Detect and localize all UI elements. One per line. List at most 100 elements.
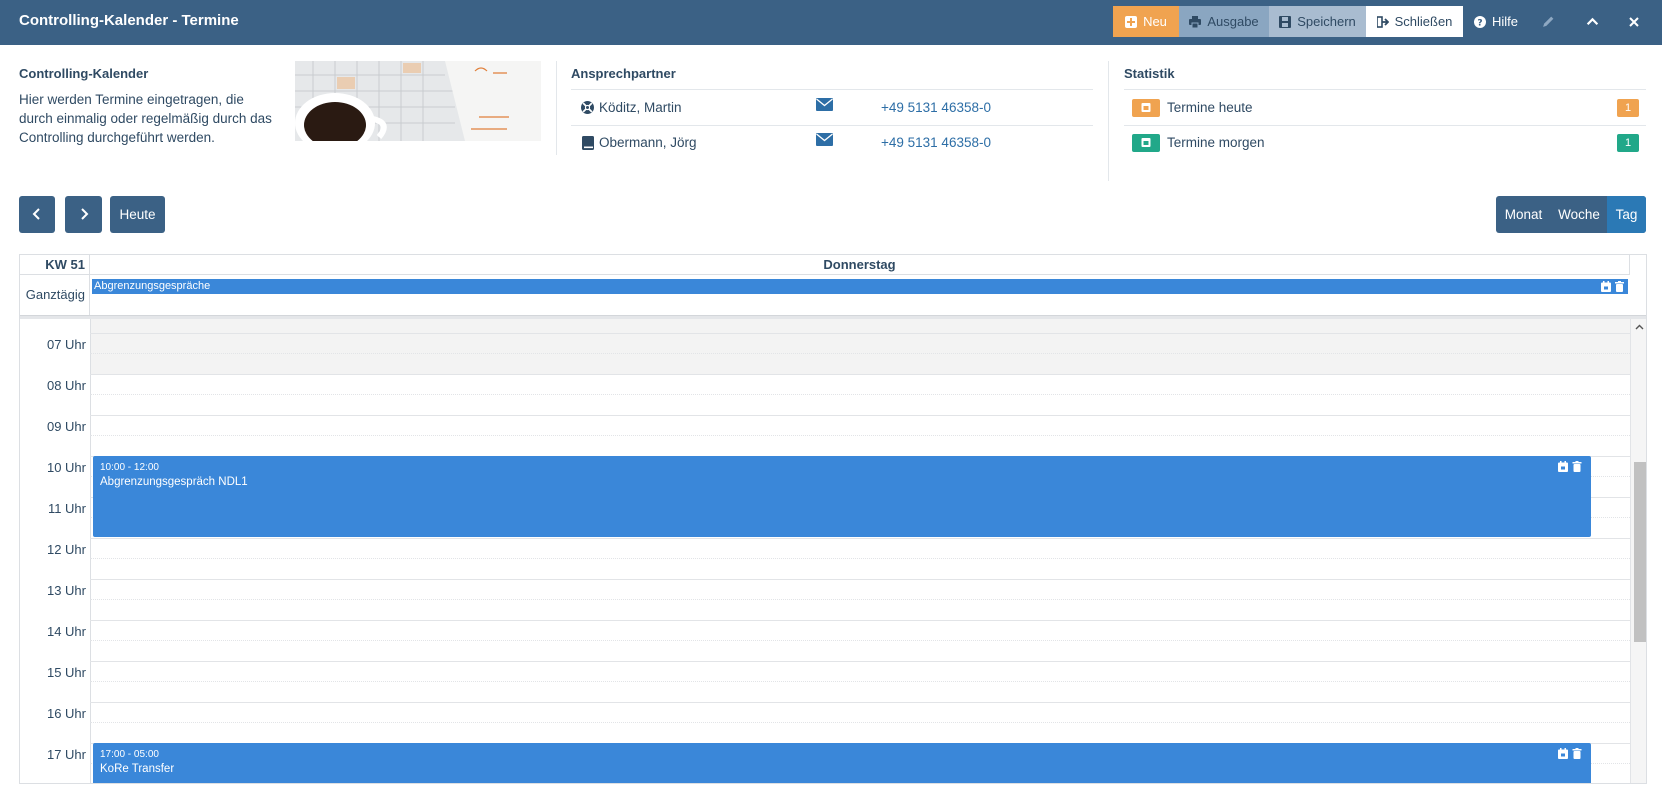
calendar-edit-icon[interactable] — [1601, 281, 1611, 292]
window-title: Controlling-Kalender - Termine — [19, 12, 239, 29]
help-button-label: Hilfe — [1491, 14, 1518, 29]
calendar-scrollbar[interactable] — [1630, 319, 1646, 783]
save-button[interactable]: Speichern — [1269, 6, 1366, 37]
next-button[interactable] — [65, 196, 102, 233]
trash-icon[interactable] — [1572, 748, 1582, 759]
help-button[interactable]: ? Hilfe — [1468, 6, 1524, 37]
hour-line — [90, 702, 1630, 703]
event-title: Abgrenzungsgespräch NDL1 — [100, 476, 248, 488]
chevron-up-icon — [1586, 17, 1598, 25]
close-dialog-button[interactable]: Schließen — [1366, 6, 1463, 37]
hour-label: 12 Uhr — [46, 542, 86, 557]
hour-line — [90, 620, 1630, 621]
book-icon — [582, 136, 594, 150]
calendar-event[interactable]: 10:00 - 12:00 Abgrenzungsgespräch NDL1 — [93, 456, 1591, 537]
off-hours-shade — [90, 319, 1630, 375]
half-hour-line — [90, 394, 1630, 395]
stats-row-divider — [1124, 125, 1646, 126]
prev-button[interactable] — [19, 196, 55, 233]
info-title: Controlling-Kalender — [19, 66, 149, 81]
sign-out-icon — [1376, 16, 1389, 28]
printer-icon — [1189, 16, 1202, 28]
chevron-left-icon — [32, 208, 40, 220]
floppy-disk-icon — [1279, 16, 1292, 28]
hour-line — [90, 661, 1630, 662]
contact-name[interactable]: Obermann, Jörg — [599, 135, 697, 150]
stat-count-badge: 1 — [1617, 134, 1639, 152]
stat-label: Termine heute — [1167, 100, 1253, 115]
half-hour-line — [90, 558, 1630, 559]
contacts-divider — [571, 89, 1093, 90]
view-month-button[interactable]: Monat — [1496, 196, 1551, 233]
half-hour-line — [90, 722, 1630, 723]
half-hour-line — [90, 640, 1630, 641]
contact-phone[interactable]: +49 5131 46358-0 — [881, 100, 991, 115]
hour-label: 17 Uhr — [46, 747, 86, 762]
hour-line — [90, 538, 1630, 539]
week-number: KW 51 — [20, 255, 90, 275]
hour-label: 09 Uhr — [46, 419, 86, 434]
stat-count-badge: 1 — [1617, 99, 1639, 117]
time-grid: 07 Uhr 08 Uhr 09 Uhr 10 Uhr 11 Uhr 12 Uh… — [20, 319, 1630, 783]
allday-event[interactable]: Abgrenzungsgespräche — [92, 279, 1628, 294]
hour-label: 13 Uhr — [46, 583, 86, 598]
coffee-calendar-image — [295, 61, 541, 141]
scrollbar-thumb[interactable] — [1634, 462, 1646, 642]
day-calendar: KW 51 Donnerstag Ganztägig Abgrenzungsge… — [19, 254, 1647, 784]
view-week-button[interactable]: Woche — [1551, 196, 1607, 233]
new-button-label: Neu — [1143, 14, 1167, 29]
view-day-button[interactable]: Tag — [1607, 196, 1646, 233]
half-hour-line — [90, 599, 1630, 600]
time-axis-line — [90, 319, 91, 783]
half-hour-line — [90, 681, 1630, 682]
scroll-up-arrow-icon[interactable] — [1635, 324, 1644, 330]
chevron-right-icon — [80, 208, 88, 220]
plus-square-icon — [1125, 16, 1138, 28]
print-button[interactable]: Ausgabe — [1179, 6, 1269, 37]
pencil-icon — [1542, 16, 1553, 27]
header-bar: Controlling-Kalender - Termine Neu Ausga… — [0, 0, 1662, 45]
save-button-label: Speichern — [1297, 14, 1356, 29]
hour-line — [90, 415, 1630, 416]
hour-line — [90, 333, 1630, 334]
calendar-photo — [295, 61, 541, 141]
hour-line — [90, 374, 1630, 375]
half-hour-line — [90, 435, 1630, 436]
calendar-edit-icon[interactable] — [1558, 748, 1568, 759]
question-circle-icon: ? — [1473, 16, 1486, 28]
stats-title: Statistik — [1124, 66, 1175, 81]
trash-icon[interactable] — [1572, 461, 1582, 472]
contacts-title: Ansprechpartner — [571, 66, 676, 81]
event-title: KoRe Transfer — [100, 763, 175, 775]
hour-line — [90, 579, 1630, 580]
contacts-row-divider — [571, 125, 1093, 126]
hour-label: 15 Uhr — [46, 665, 86, 680]
envelope-icon[interactable] — [816, 98, 833, 111]
divider — [556, 61, 557, 155]
calendar-icon — [1132, 134, 1160, 152]
envelope-icon[interactable] — [816, 133, 833, 146]
today-button[interactable]: Heute — [110, 196, 165, 233]
calendar-event[interactable]: 17:00 - 05:00 KoRe Transfer — [93, 743, 1591, 783]
calendar-edit-icon[interactable] — [1558, 461, 1568, 472]
support-lifebuoy-icon — [581, 101, 594, 114]
close-window-button[interactable] — [1616, 6, 1652, 37]
hour-label: 16 Uhr — [46, 706, 86, 721]
view-switcher: Monat Woche Tag — [1496, 196, 1646, 233]
new-button[interactable]: Neu — [1113, 6, 1179, 37]
collapse-button[interactable] — [1574, 6, 1610, 37]
hour-label: 11 Uhr — [47, 501, 86, 516]
trash-icon[interactable] — [1615, 281, 1624, 292]
contact-phone[interactable]: +49 5131 46358-0 — [881, 135, 991, 150]
day-header: Donnerstag — [90, 255, 1630, 275]
print-button-label: Ausgabe — [1207, 14, 1259, 29]
hour-label: 10 Uhr — [46, 460, 86, 475]
stats-divider — [1124, 89, 1646, 90]
stat-label: Termine morgen — [1167, 135, 1265, 150]
info-description: Hier werden Termine eingetragen, die dur… — [19, 92, 272, 145]
contact-name[interactable]: Köditz, Martin — [599, 100, 682, 115]
calendar-icon — [1132, 99, 1160, 117]
close-icon — [1629, 17, 1639, 27]
event-time: 17:00 - 05:00 — [100, 749, 159, 760]
edit-button[interactable] — [1530, 6, 1566, 37]
